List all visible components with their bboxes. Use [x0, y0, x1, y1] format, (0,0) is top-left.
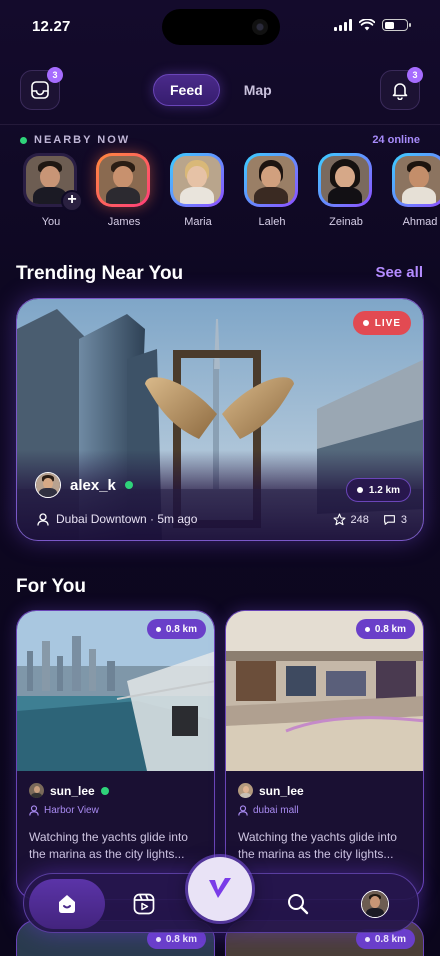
card-location: Harbor View [29, 805, 99, 816]
avatar [238, 783, 253, 798]
card-author[interactable]: sun_lee [29, 783, 109, 798]
nav-profile[interactable] [337, 879, 413, 929]
story-name: Maria [184, 216, 212, 228]
tab-feed[interactable]: Feed [153, 74, 220, 106]
for-you-title: For You [16, 576, 87, 597]
story-avatar [170, 153, 224, 207]
reels-icon [133, 893, 155, 915]
story-james[interactable]: James [96, 153, 152, 228]
for-you-card[interactable]: 0.8 km sun_lee dubai mall Watching the y… [225, 610, 424, 900]
person-pin-icon [238, 805, 248, 816]
story-name: James [107, 216, 141, 228]
status-bar: 12.27 [0, 0, 440, 54]
distance-badge: 0.8 km [146, 619, 206, 639]
notifications-badge: 3 [407, 67, 423, 83]
nearby-stories: + You James Maria Laleh Zeinab Ahmad [0, 153, 440, 233]
inbox-badge: 3 [47, 67, 63, 83]
card-location: dubai mall [238, 805, 299, 816]
distance-badge: 1.2 km [345, 478, 411, 502]
top-bar: 3 Feed Map 3 [0, 67, 440, 110]
live-badge: LIVE [352, 311, 411, 335]
trending-title: Trending Near You [16, 263, 184, 284]
nav-search[interactable] [260, 879, 336, 929]
story-name: Zeinab [329, 216, 363, 228]
online-count[interactable]: 24 online [372, 134, 420, 146]
create-post-button[interactable] [188, 857, 252, 921]
story-maria[interactable]: Maria [170, 153, 226, 228]
story-ahmad[interactable]: Ahmad [392, 153, 440, 228]
nav-reels[interactable] [106, 879, 182, 929]
battery-icon [382, 19, 411, 31]
likes-stat[interactable]: 248 [333, 513, 369, 526]
camera-icon [252, 19, 268, 35]
bell-icon [392, 83, 408, 100]
for-you-card[interactable]: 0.8 km sun_lee Harbor View Watching the … [16, 610, 215, 900]
online-dot [20, 137, 27, 144]
story-name: Ahmad [402, 216, 438, 228]
app-screen: 12.27 3 Feed Map 3 NEARBY NOW 24 online [0, 0, 440, 956]
author-name: sun_lee [50, 783, 95, 798]
story-avatar [244, 153, 298, 207]
signal-icon [334, 19, 352, 31]
search-icon [288, 894, 309, 915]
dynamic-island [162, 9, 280, 45]
story-name: Laleh [258, 216, 286, 228]
inbox-button[interactable]: 3 [20, 67, 63, 110]
trend-location: Dubai Downtown · 5m ago [37, 512, 197, 526]
author-name: alex_k [70, 476, 116, 494]
online-status-dot [100, 786, 109, 795]
inbox-icon [31, 81, 49, 99]
story-avatar [392, 153, 440, 207]
distance-badge: 0.8 km [355, 619, 415, 639]
home-icon [59, 895, 75, 913]
card-author[interactable]: sun_lee [238, 783, 304, 798]
author-name: sun_lee [259, 783, 304, 798]
online-status-dot [124, 481, 133, 489]
story-avatar [318, 153, 372, 207]
person-pin-icon [37, 512, 49, 526]
profile-avatar [361, 890, 389, 918]
avatar [35, 472, 61, 498]
story-you[interactable]: + You [23, 153, 83, 228]
story-avatar: + [23, 153, 83, 212]
trend-stats: 248 3 [333, 513, 407, 526]
star-icon [333, 513, 345, 526]
logo-check-icon [209, 878, 231, 898]
trending-card[interactable]: LIVE alex_k 1.2 km Dubai Downtown · 5m a… [16, 298, 424, 541]
story-avatar [96, 153, 150, 207]
avatar [29, 783, 44, 798]
wifi-icon [359, 19, 375, 31]
header-divider [0, 124, 440, 125]
trend-author[interactable]: alex_k [35, 472, 133, 498]
person-pin-icon [29, 805, 39, 816]
notifications-button[interactable]: 3 [380, 67, 423, 110]
story-zeinab[interactable]: Zeinab [318, 153, 374, 228]
tab-map[interactable]: Map [228, 74, 288, 106]
see-all-link[interactable]: See all [375, 264, 423, 281]
add-story-icon[interactable]: + [61, 190, 83, 212]
nearby-header: NEARBY NOW 24 online [20, 134, 420, 148]
card-caption: Watching the yachts glide into the marin… [238, 830, 397, 861]
nav-home[interactable] [29, 879, 105, 929]
status-icons [334, 19, 411, 31]
feed-map-tabs: Feed Map [153, 74, 288, 106]
comment-icon [383, 515, 395, 525]
card-caption: Watching the yachts glide into the marin… [29, 830, 188, 861]
comments-stat[interactable]: 3 [383, 513, 407, 526]
status-time: 12.27 [32, 18, 71, 35]
story-name: You [41, 216, 61, 228]
nearby-title: NEARBY NOW [34, 134, 131, 146]
story-laleh[interactable]: Laleh [244, 153, 300, 228]
